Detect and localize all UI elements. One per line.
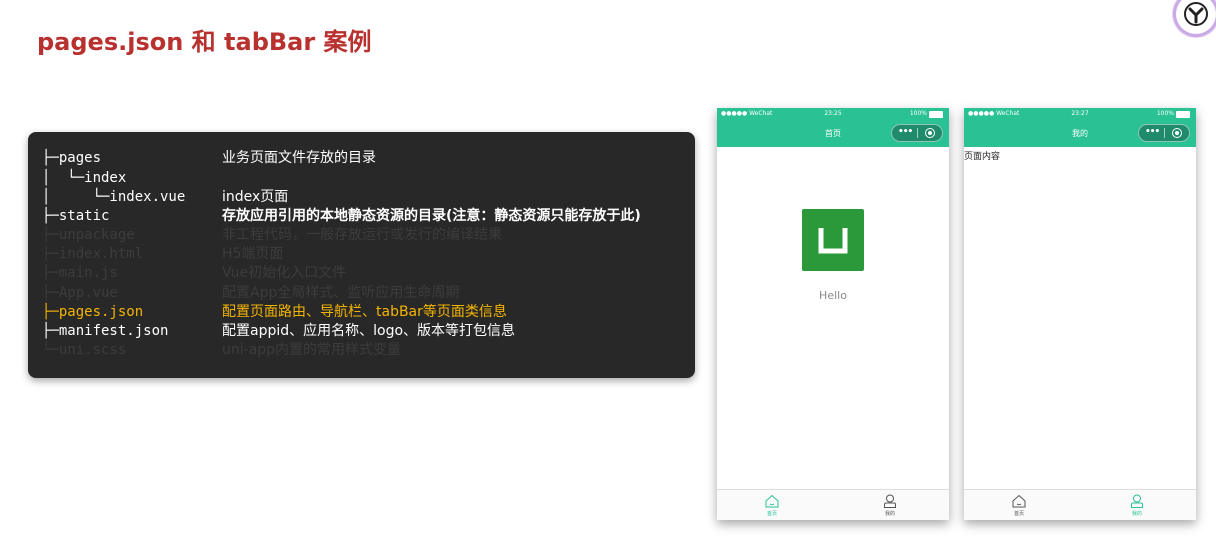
tree-desc: Vue初始化入口文件 [222, 265, 347, 281]
phone-mine-screen: ●●●●● WeChat 23:27 100% 我的 ••• 页面内容 首页 我… [964, 108, 1196, 520]
tree-desc: 配置appid、应用名称、logo、版本等打包信息 [222, 323, 516, 339]
tree-path: ├─pages.json [42, 304, 144, 320]
directory-tree-panel: ├─pages 业务页面文件存放的目录 │ └─index │ └─index.v… [28, 132, 695, 378]
battery-icon [929, 111, 943, 118]
tab-mine[interactable]: 我的 [1117, 490, 1157, 520]
tab-mine[interactable]: 我的 [870, 490, 910, 520]
more-icon[interactable]: ••• [898, 127, 913, 138]
tree-desc: uni-app内置的常用样式变量 [222, 342, 402, 358]
tree-path: ├─static [42, 208, 110, 224]
capsule-divider [1164, 128, 1165, 138]
battery-label: 100% [909, 110, 927, 117]
tab-bar: 首页 我的 [964, 489, 1196, 520]
phone-home-screen: ●●●●● WeChat 23:25 100% 首页 ••• Hello 首页 [717, 108, 949, 520]
capsule-menu[interactable]: ••• [891, 124, 943, 142]
tab-label: 我的 [1131, 511, 1142, 517]
brand-logo-icon [1176, 0, 1216, 34]
tree-path: ├─index.html [42, 246, 144, 262]
tree-desc: 非工程代码，一般存放运行或发行的编译结果 [222, 227, 502, 243]
tree-path: ├─pages [42, 150, 102, 166]
tree-path: ├─manifest.json [42, 323, 169, 339]
user-icon [1131, 494, 1143, 508]
tab-home[interactable]: 首页 [999, 490, 1039, 520]
capsule-divider [917, 128, 918, 138]
close-miniprogram-icon[interactable] [925, 128, 935, 138]
close-miniprogram-icon[interactable] [1172, 128, 1182, 138]
tree-path: ├─App.vue [42, 285, 118, 301]
tab-label: 我的 [884, 511, 895, 517]
tab-bar: 首页 我的 [717, 489, 949, 520]
user-icon [884, 494, 896, 508]
tab-label: 首页 [766, 511, 777, 517]
nav-bar: ●●●●● WeChat 23:27 100% 我的 ••• [964, 108, 1196, 147]
tree-path: ├─unpackage [42, 227, 135, 243]
home-icon [765, 494, 779, 508]
home-icon [1012, 494, 1026, 508]
tree-path: │ └─index.vue [42, 189, 186, 205]
page-content-text: 页面内容 [964, 152, 1001, 162]
tree-path: │ └─index [42, 170, 127, 186]
tree-path: └─uni.scss [42, 342, 127, 358]
tree-desc: 配置App全局样式、监听应用生命周期 [222, 285, 460, 301]
battery-label: 100% [1156, 110, 1174, 117]
tree-desc: 业务页面文件存放的目录 [222, 150, 376, 166]
tab-home[interactable]: 首页 [752, 490, 792, 520]
battery-icon [1176, 111, 1190, 118]
tab-label: 首页 [1013, 511, 1024, 517]
more-icon[interactable]: ••• [1145, 127, 1160, 138]
nav-bar: ●●●●● WeChat 23:25 100% 首页 ••• [717, 108, 949, 147]
slide-title: pages.json 和 tabBar 案例 [37, 28, 372, 56]
uni-app-logo-icon [802, 209, 864, 271]
tree-desc: index页面 [222, 189, 289, 205]
capsule-menu[interactable]: ••• [1138, 124, 1190, 142]
status-bar: ●●●●● WeChat 23:25 100% [717, 110, 949, 120]
tree-desc: 配置页面路由、导航栏、tabBar等页面类信息 [222, 304, 507, 320]
tree-desc: H5端页面 [222, 246, 284, 262]
tree-desc: 存放应用引用的本地静态资源的目录(注意：静态资源只能存放于此) [222, 208, 641, 224]
status-bar: ●●●●● WeChat 23:27 100% [964, 110, 1196, 120]
hello-text: Hello [819, 289, 847, 302]
tree-path: ├─main.js [42, 265, 118, 281]
